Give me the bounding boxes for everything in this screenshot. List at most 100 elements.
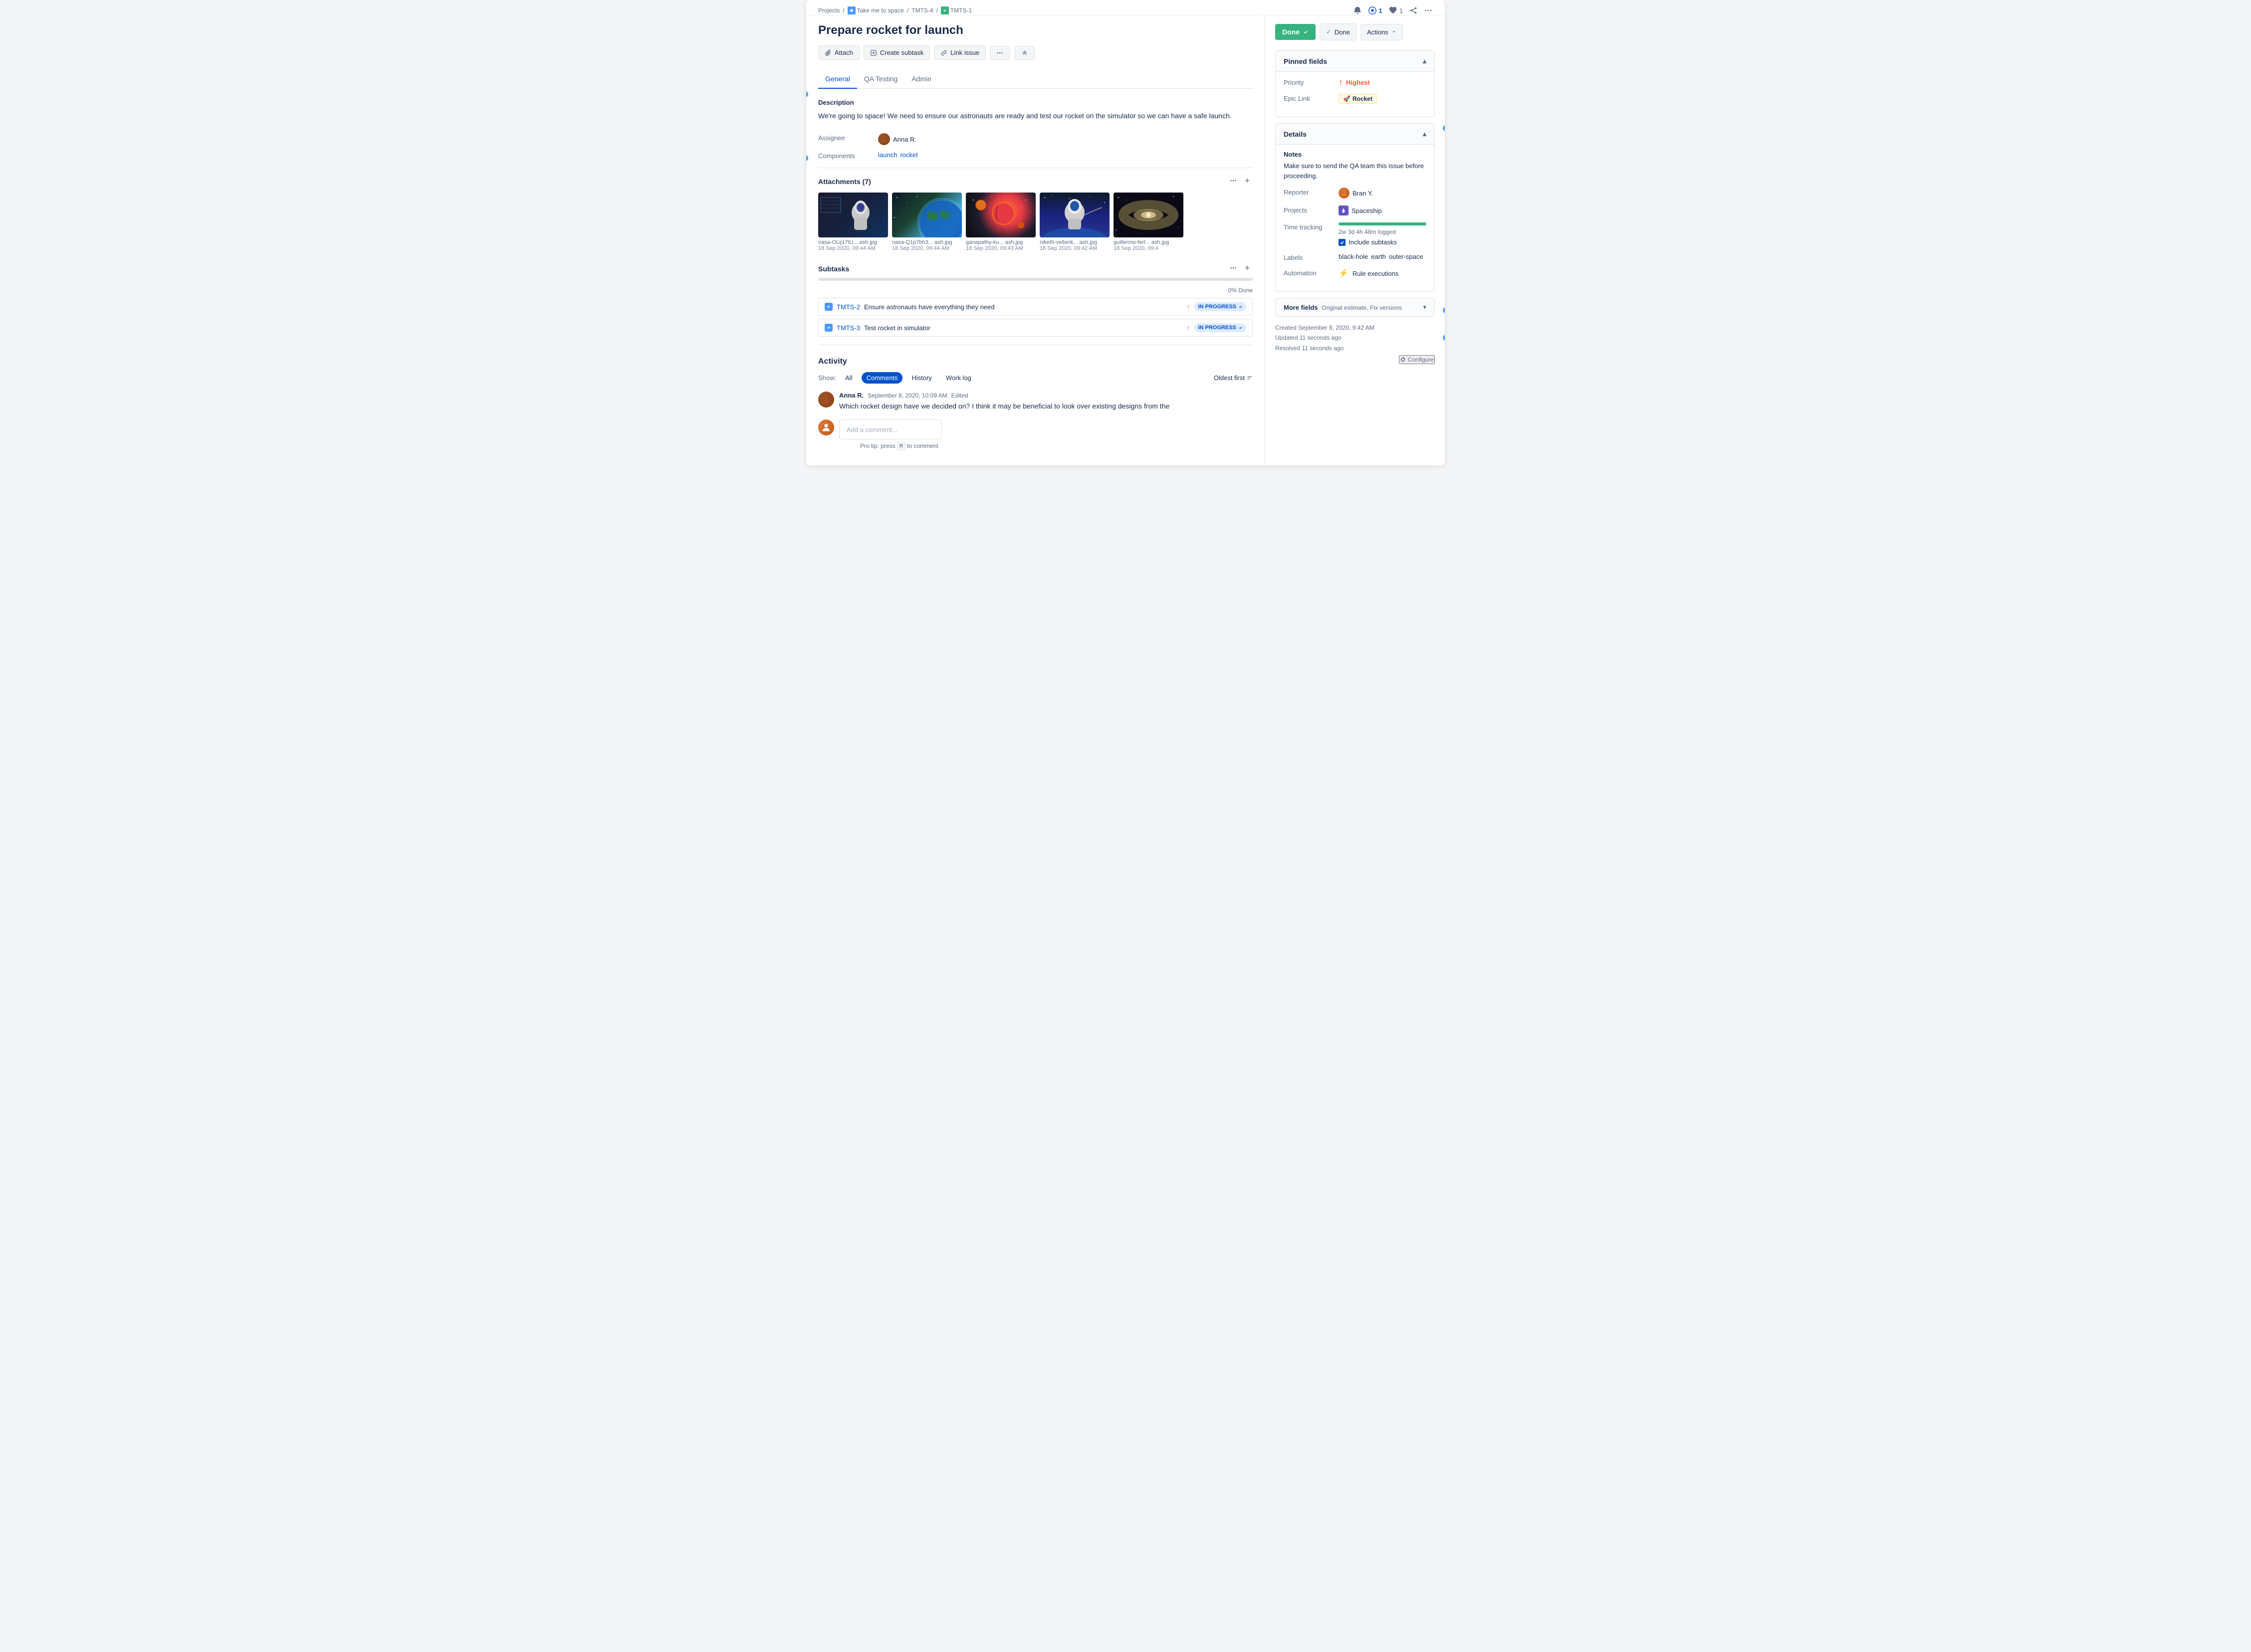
status-done-button[interactable]: Done [1275, 24, 1316, 40]
reporter-label: Reporter [1284, 188, 1339, 196]
filter-history[interactable]: History [906, 372, 936, 384]
attachment-date: 18 Sep 2020, 09:44 AM [892, 245, 962, 251]
share-icon[interactable] [1409, 6, 1418, 15]
automation-link[interactable]: Rule executions [1352, 270, 1399, 277]
breadcrumb-current-issue[interactable]: TMTS-1 [950, 7, 972, 14]
sort-button[interactable]: Oldest first [1214, 374, 1253, 382]
notification-icon[interactable] [1353, 6, 1362, 15]
comment-input[interactable] [839, 419, 942, 439]
component-launch[interactable]: launch [878, 151, 897, 159]
annotation-3 [1443, 125, 1445, 131]
details-card: Details Notes Make sure to send the QA t… [1275, 123, 1435, 292]
expand-button[interactable] [1015, 46, 1035, 60]
pro-tip-key: M [897, 442, 905, 450]
more-icon[interactable] [1424, 6, 1433, 15]
attachment-date: 18 Sep 2020, 09:43 AM [966, 245, 1036, 251]
breadcrumb-projects[interactable]: Projects [818, 7, 840, 14]
epic-link-row: Epic Link 🚀 Rocket [1284, 94, 1426, 104]
show-label: Show: [818, 374, 836, 382]
meta-section: Created September 8, 2020, 9:42 AM Updat… [1275, 323, 1435, 364]
attachment-item[interactable]: nasa-OLij17tU... ash.jpg 18 Sep 2020, 09… [818, 193, 888, 251]
include-subtasks-checkbox[interactable] [1339, 239, 1346, 246]
subtasks-progress-bar [818, 278, 1253, 281]
attachments-grid: nasa-OLij17tU... ash.jpg 18 Sep 2020, 09… [818, 193, 1253, 251]
attachments-more-button[interactable] [1228, 176, 1239, 187]
project-link[interactable]: Spaceship [1351, 207, 1382, 214]
status-check-button[interactable]: ✓ ✓ Done Done [1320, 23, 1356, 40]
create-subtask-button[interactable]: Create subtask [864, 45, 930, 60]
attachment-name: nasa-Q1p7bh3... ash.jpg [892, 239, 962, 245]
attachments-add-button[interactable] [1242, 176, 1253, 187]
subtask-status[interactable]: IN PROGRESS [1194, 323, 1246, 332]
automation-label: Automation [1284, 268, 1339, 277]
automation-row: Automation ⚡ Rule executions [1284, 268, 1426, 278]
lightning-icon: ⚡ [1339, 268, 1349, 278]
attachment-item[interactable]: guillermo-ferl... ash.jpg 18 Sep 2020, 0… [1114, 193, 1183, 251]
activity-title: Activity [818, 357, 1253, 366]
subtask-id-link[interactable]: TMTS-2 [837, 303, 860, 311]
more-fields-toggle[interactable]: More fields Original estimate, Fix versi… [1275, 298, 1435, 317]
breadcrumb-sep2: / [907, 7, 908, 14]
subtask-icon [825, 324, 833, 332]
configure-row: Configure [1275, 355, 1435, 364]
subtask-priority: ↑ [1187, 303, 1190, 311]
actions-button[interactable]: Actions [1360, 24, 1403, 40]
breadcrumb-sep3: / [936, 7, 937, 14]
epic-badge[interactable]: 🚀 Rocket [1339, 94, 1377, 104]
issue-title: Prepare rocket for launch [818, 23, 1253, 37]
pinned-fields-toggle[interactable] [1423, 57, 1426, 65]
comment-avatar [818, 392, 834, 408]
meta-resolved: Resolved 11 seconds ago [1275, 343, 1435, 353]
labels-label: Labels [1284, 253, 1339, 261]
filter-all[interactable]: All [840, 372, 857, 384]
breadcrumb-parent-issue[interactable]: TMTS-4 [911, 7, 933, 14]
reporter-avatar [1339, 188, 1350, 199]
notes-label: Notes [1284, 151, 1426, 158]
subtask-name: Test rocket in simulator [864, 324, 1183, 332]
subtasks-more-button[interactable] [1228, 263, 1239, 274]
attach-button[interactable]: Attach [818, 45, 860, 60]
subtasks-add-button[interactable] [1242, 263, 1253, 274]
meta-created: Created September 8, 2020, 9:42 AM [1275, 323, 1435, 333]
more-fields-chevron[interactable] [1423, 303, 1426, 311]
show-bar: Show: All Comments History Work log Olde… [818, 372, 1253, 384]
attachment-item[interactable]: niketh-vellank... ash.jpg 18 Sep 2020, 0… [1040, 193, 1110, 251]
annotation-1 [806, 155, 808, 161]
subtask-name: Ensure astronauts have everything they n… [864, 303, 1183, 311]
tab-qa-testing[interactable]: QA Testing [857, 70, 904, 89]
configure-button[interactable]: Configure [1399, 355, 1435, 364]
time-bar [1339, 222, 1426, 225]
attachment-item[interactable]: ganapathy-ku... ash.jpg 18 Sep 2020, 09:… [966, 193, 1036, 251]
description-text: We're going to space! We need to ensure … [818, 110, 1253, 121]
spaceship-icon [1339, 206, 1349, 215]
activity-section: Activity Show: All Comments History Work… [818, 357, 1253, 449]
breadcrumb-project-name[interactable]: Take me to space [857, 7, 904, 14]
subtask-status[interactable]: IN PROGRESS [1194, 302, 1246, 311]
include-subtasks-row: Include subtasks [1339, 238, 1426, 246]
projects-row: Projects Spaceship [1284, 206, 1426, 215]
time-tracking-row: Time tracking 2w 3d 4h 48m logged Includ… [1284, 222, 1426, 246]
component-rocket[interactable]: rocket [900, 151, 917, 159]
attachment-item[interactable]: nasa-Q1p7bh3... ash.jpg 18 Sep 2020, 09:… [892, 193, 962, 251]
attachment-date: 18 Sep 2020, 09:4 [1114, 245, 1183, 251]
filter-worklog[interactable]: Work log [941, 372, 976, 384]
comment-author: Anna R. [839, 392, 864, 399]
tab-general[interactable]: General [818, 70, 857, 89]
priority-label: Priority [1284, 78, 1339, 86]
assignee-label: Assignee [818, 133, 878, 142]
tab-admin[interactable]: Admin [904, 70, 938, 89]
label-earth[interactable]: earth [1371, 253, 1386, 260]
link-issue-button[interactable]: Link issue [934, 45, 986, 60]
annotation-4 [1443, 307, 1445, 313]
label-outer-space[interactable]: outer-space [1389, 253, 1423, 260]
more-actions-button[interactable] [990, 46, 1010, 60]
label-black-hole[interactable]: black-hole [1339, 253, 1368, 260]
filter-comments[interactable]: Comments [862, 372, 903, 384]
priority-arrow-icon: ↑ [1339, 78, 1343, 87]
labels-row: Labels black-hole earth outer-space [1284, 253, 1426, 261]
details-toggle[interactable] [1423, 130, 1426, 138]
like-icon[interactable]: 1 [1388, 6, 1403, 15]
subtask-id-link[interactable]: TMTS-3 [837, 324, 860, 332]
attachment-name: nasa-OLij17tU... ash.jpg [818, 239, 888, 245]
watch-icon[interactable]: 1 [1368, 6, 1382, 15]
